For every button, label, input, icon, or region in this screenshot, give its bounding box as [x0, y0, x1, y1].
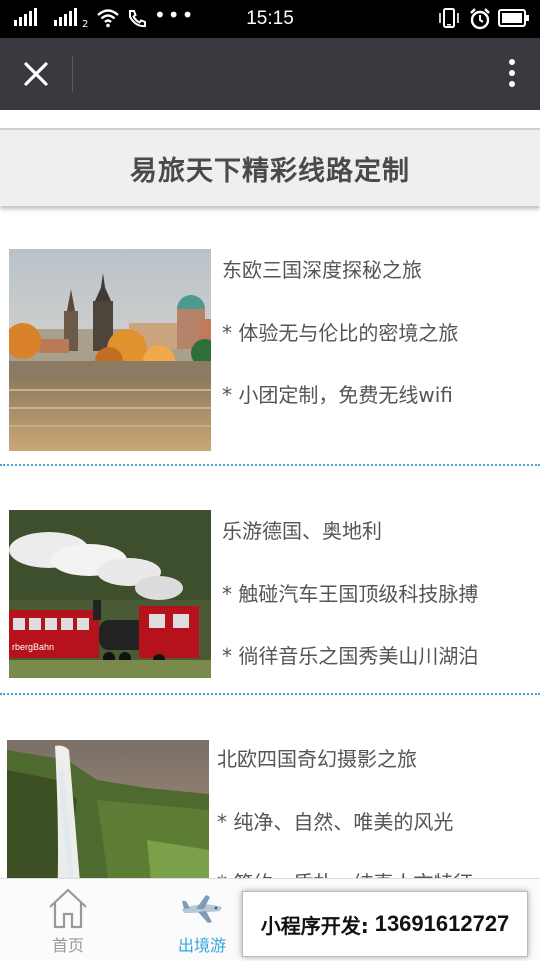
route-feature: * 纯净、自然、唯美的风光: [217, 810, 454, 834]
route-feature: * 小团定制，免费无线wifi: [222, 383, 453, 407]
route-title[interactable]: 东欧三国深度探秘之旅: [222, 254, 422, 283]
route-image-prague[interactable]: [9, 249, 211, 451]
vibrate-icon: [439, 8, 459, 28]
route-title[interactable]: 北欧四国奇幻摄影之旅: [217, 743, 417, 772]
route-separator: [0, 693, 540, 695]
tab-home[interactable]: 首页: [18, 879, 118, 961]
route-card-eastern-europe[interactable]: 东欧三国深度探秘之旅 * 体验无与伦比的密境之旅 * 小团定制，免费无线wifi: [0, 249, 540, 459]
close-icon[interactable]: [18, 56, 54, 92]
airplane-icon: [182, 895, 222, 923]
status-bar: 2 ••• 15:15: [0, 0, 540, 38]
promo-label: 小程序开发:: [260, 913, 369, 938]
promo-phone[interactable]: 13691612727: [375, 911, 510, 937]
more-menu-icon[interactable]: [504, 56, 520, 92]
route-feature: * 体验无与伦比的密境之旅: [222, 321, 459, 345]
battery-icon: [498, 9, 529, 27]
route-card-nordic[interactable]: 北欧四国奇幻摄影之旅 * 纯净、自然、唯美的风光 * 简约、质朴、纯真人文特征: [0, 740, 540, 880]
nav-bar: [0, 38, 540, 110]
tab-outbound-travel[interactable]: 出境游: [152, 879, 252, 961]
nav-divider: [72, 56, 73, 92]
route-image-steam-train[interactable]: rbergBahn: [9, 510, 211, 678]
page-banner: 易旅天下精彩线路定制: [0, 128, 540, 206]
route-card-germany-austria[interactable]: rbergBahn 乐游德国、奥地利 * 触碰汽车王国顶级科技脉搏 * 徜徉音乐…: [0, 510, 540, 685]
route-title[interactable]: 乐游德国、奥地利: [222, 515, 382, 544]
train-sign: rbergBahn: [12, 642, 54, 652]
route-feature: * 徜徉音乐之国秀美山川湖泊: [222, 644, 479, 668]
tab-label: 首页: [51, 936, 84, 955]
promo-overlay[interactable]: 小程序开发: 13691612727: [242, 891, 528, 957]
route-separator: [0, 464, 540, 466]
alarm-icon: [470, 8, 490, 30]
home-icon: [49, 888, 87, 929]
page-title: 易旅天下精彩线路定制: [130, 155, 410, 187]
route-image-waterfall[interactable]: [7, 740, 209, 880]
tab-label: 出境游: [177, 936, 226, 955]
route-feature: * 触碰汽车王国顶级科技脉搏: [222, 582, 479, 606]
